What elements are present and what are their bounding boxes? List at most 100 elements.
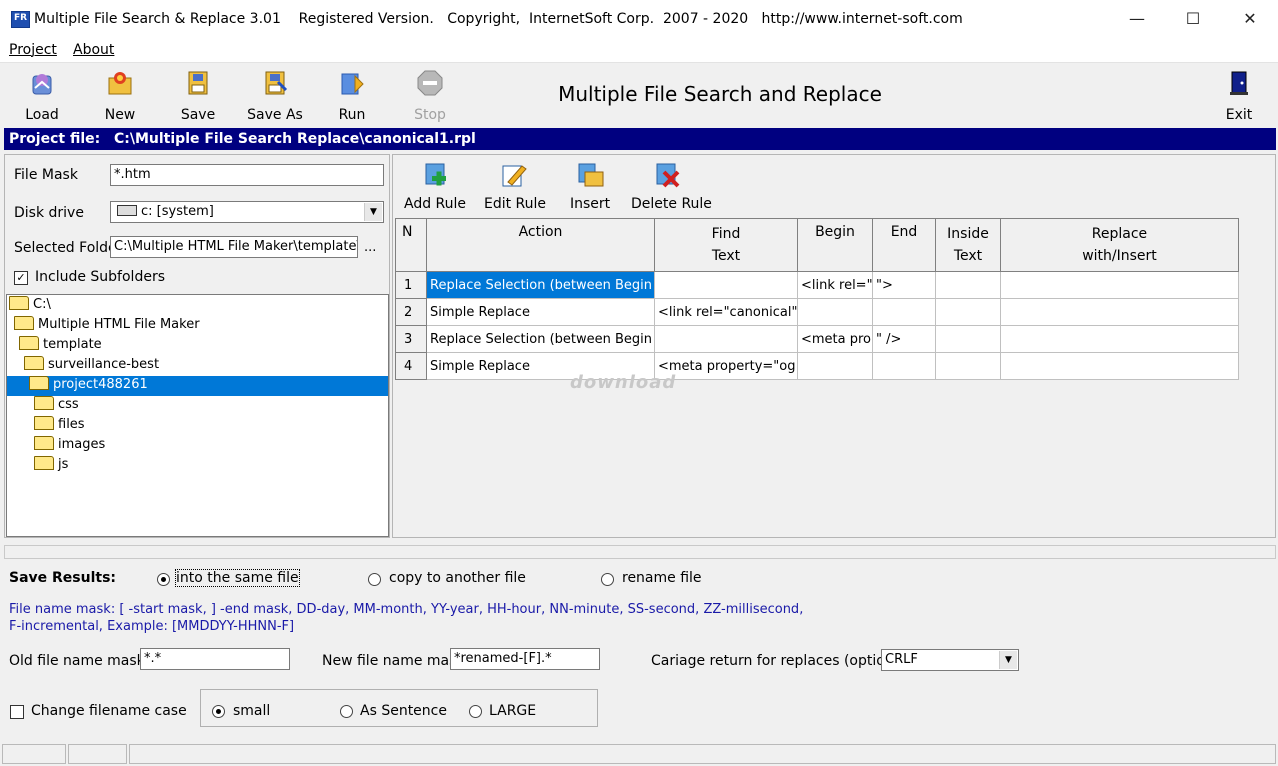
save-button[interactable]: Save bbox=[168, 66, 228, 123]
new-mask-input[interactable]: *renamed-[F].* bbox=[450, 648, 600, 670]
rule-end[interactable]: " /> bbox=[872, 325, 936, 353]
run-button[interactable]: Run bbox=[322, 66, 382, 123]
minimize-button[interactable]: — bbox=[1114, 0, 1160, 38]
menu-bar bbox=[0, 38, 1278, 63]
rule-end[interactable] bbox=[872, 352, 936, 380]
old-mask-input[interactable]: *.* bbox=[140, 648, 290, 670]
rule-begin[interactable]: <meta prope bbox=[797, 325, 873, 353]
rule-replace[interactable] bbox=[1000, 271, 1239, 299]
carriage-return-select[interactable]: CRLF ▼ bbox=[881, 649, 1019, 671]
rule-action[interactable]: Replace Selection (between Begin & End) bbox=[426, 271, 655, 299]
rule-replace[interactable] bbox=[1000, 298, 1239, 326]
rule-find[interactable]: <link rel="canonical" hr bbox=[654, 298, 798, 326]
rule-find[interactable] bbox=[654, 271, 798, 299]
file-mask-input[interactable]: *.htm bbox=[110, 164, 384, 186]
exit-button[interactable]: Exit bbox=[1209, 66, 1269, 123]
col-header-inside[interactable]: Inside Text bbox=[935, 218, 1001, 272]
col-header-end[interactable]: End bbox=[872, 218, 936, 272]
rule-begin[interactable] bbox=[797, 352, 873, 380]
folder-tree[interactable]: C:\ Multiple HTML File Maker template su… bbox=[6, 294, 389, 537]
another-file-radio[interactable] bbox=[368, 573, 381, 586]
rule-replace[interactable] bbox=[1000, 325, 1239, 353]
disk-drive-label: Disk drive bbox=[14, 205, 84, 221]
project-file-label: Project file: bbox=[9, 131, 101, 147]
case-sentence-radio[interactable] bbox=[340, 705, 353, 718]
tree-node[interactable]: files bbox=[34, 416, 85, 436]
splitter-bar[interactable] bbox=[4, 545, 1276, 559]
rule-begin[interactable] bbox=[797, 298, 873, 326]
rule-inside[interactable] bbox=[935, 271, 1001, 299]
tree-node[interactable]: C:\ bbox=[9, 296, 51, 316]
rules-table[interactable]: N Action Find Text Begin End Inside Text R… bbox=[395, 218, 1239, 380]
rule-replace[interactable] bbox=[1000, 352, 1239, 380]
rename-file-radio[interactable] bbox=[601, 573, 614, 586]
chevron-down-icon[interactable]: ▼ bbox=[999, 651, 1017, 669]
rule-number[interactable]: 1 bbox=[395, 271, 427, 299]
save-label: Save bbox=[180, 107, 216, 123]
load-button[interactable]: Load bbox=[12, 66, 72, 123]
new-button[interactable]: New bbox=[90, 66, 150, 123]
tree-node[interactable]: Multiple HTML File Maker bbox=[14, 316, 200, 336]
table-row[interactable]: 1Replace Selection (between Begin & End)… bbox=[395, 271, 1239, 299]
table-row[interactable]: 4Simple Replace<meta property="og:url" bbox=[395, 352, 1239, 380]
rename-file-label[interactable]: rename file bbox=[622, 570, 702, 586]
rule-action[interactable]: Simple Replace bbox=[426, 298, 655, 326]
case-large-radio[interactable] bbox=[469, 705, 482, 718]
same-file-label[interactable]: into the same file bbox=[175, 569, 300, 587]
save-as-icon bbox=[260, 68, 290, 98]
col-header-action[interactable]: Action bbox=[426, 218, 655, 272]
rule-inside[interactable] bbox=[935, 298, 1001, 326]
tree-node-selected[interactable]: project488261 bbox=[7, 376, 388, 396]
rule-end[interactable]: "> bbox=[872, 271, 936, 299]
menu-project[interactable]: Project bbox=[9, 42, 57, 58]
project-file-bar: Project file: C:\Multiple File Search Re… bbox=[4, 128, 1276, 150]
change-case-checkbox[interactable] bbox=[10, 705, 24, 719]
title-bar: Multiple File Search & Replace 3.01 Regi… bbox=[0, 0, 1278, 38]
table-row[interactable]: 2Simple Replace<link rel="canonical" hr bbox=[395, 298, 1239, 326]
rule-number[interactable]: 2 bbox=[395, 298, 427, 326]
load-icon bbox=[27, 68, 57, 98]
add-rule-button[interactable]: Add Rule bbox=[404, 160, 466, 212]
tree-node[interactable]: images bbox=[34, 436, 105, 456]
case-small-radio[interactable] bbox=[212, 705, 225, 718]
tree-node[interactable]: css bbox=[34, 396, 79, 416]
load-label: Load bbox=[25, 107, 59, 123]
tree-node[interactable]: template bbox=[19, 336, 102, 356]
tree-node[interactable]: js bbox=[34, 456, 68, 476]
rule-find[interactable] bbox=[654, 325, 798, 353]
insert-rule-button[interactable]: Insert bbox=[570, 160, 610, 212]
rule-number[interactable]: 3 bbox=[395, 325, 427, 353]
new-project-icon bbox=[105, 68, 135, 98]
save-as-button[interactable]: Save As bbox=[245, 66, 305, 123]
col-header-replace[interactable]: Replace with/Insert bbox=[1000, 218, 1239, 272]
include-subfolders-checkbox[interactable]: ✓ bbox=[14, 271, 28, 285]
another-file-label[interactable]: copy to another file bbox=[389, 570, 526, 586]
delete-rule-button[interactable]: Delete Rule bbox=[631, 160, 712, 212]
rule-number[interactable]: 4 bbox=[395, 352, 427, 380]
rule-inside[interactable] bbox=[935, 325, 1001, 353]
chevron-down-icon[interactable]: ▼ bbox=[364, 203, 382, 221]
rule-begin[interactable]: <link rel="ca bbox=[797, 271, 873, 299]
col-header-begin[interactable]: Begin bbox=[797, 218, 873, 272]
selected-folder-input[interactable]: C:\Multiple HTML File Maker\template\sur… bbox=[110, 236, 358, 258]
browse-folder-button[interactable]: ... bbox=[364, 240, 376, 255]
tree-node[interactable]: surveillance-best bbox=[24, 356, 159, 376]
stop-icon bbox=[415, 68, 445, 98]
menu-about[interactable]: About bbox=[73, 42, 114, 58]
table-row[interactable]: 3Replace Selection (between Begin & End)… bbox=[395, 325, 1239, 353]
rule-end[interactable] bbox=[872, 298, 936, 326]
rule-inside[interactable] bbox=[935, 352, 1001, 380]
disk-drive-select[interactable]: c: [system] ▼ bbox=[110, 201, 384, 223]
rule-action[interactable]: Replace Selection (between Begin & End) bbox=[426, 325, 655, 353]
same-file-radio[interactable] bbox=[157, 573, 170, 586]
maximize-button[interactable]: ☐ bbox=[1170, 0, 1216, 38]
close-button[interactable]: ✕ bbox=[1227, 0, 1273, 38]
delete-rule-icon bbox=[652, 160, 682, 190]
col-header-find[interactable]: Find Text bbox=[654, 218, 798, 272]
edit-rule-button[interactable]: Edit Rule bbox=[484, 160, 546, 212]
case-small-label[interactable]: small bbox=[233, 703, 270, 719]
col-header-n[interactable]: N bbox=[395, 218, 427, 272]
case-large-label[interactable]: LARGE bbox=[489, 703, 536, 719]
stop-button[interactable]: Stop bbox=[400, 66, 460, 123]
case-sentence-label[interactable]: As Sentence bbox=[360, 703, 447, 719]
